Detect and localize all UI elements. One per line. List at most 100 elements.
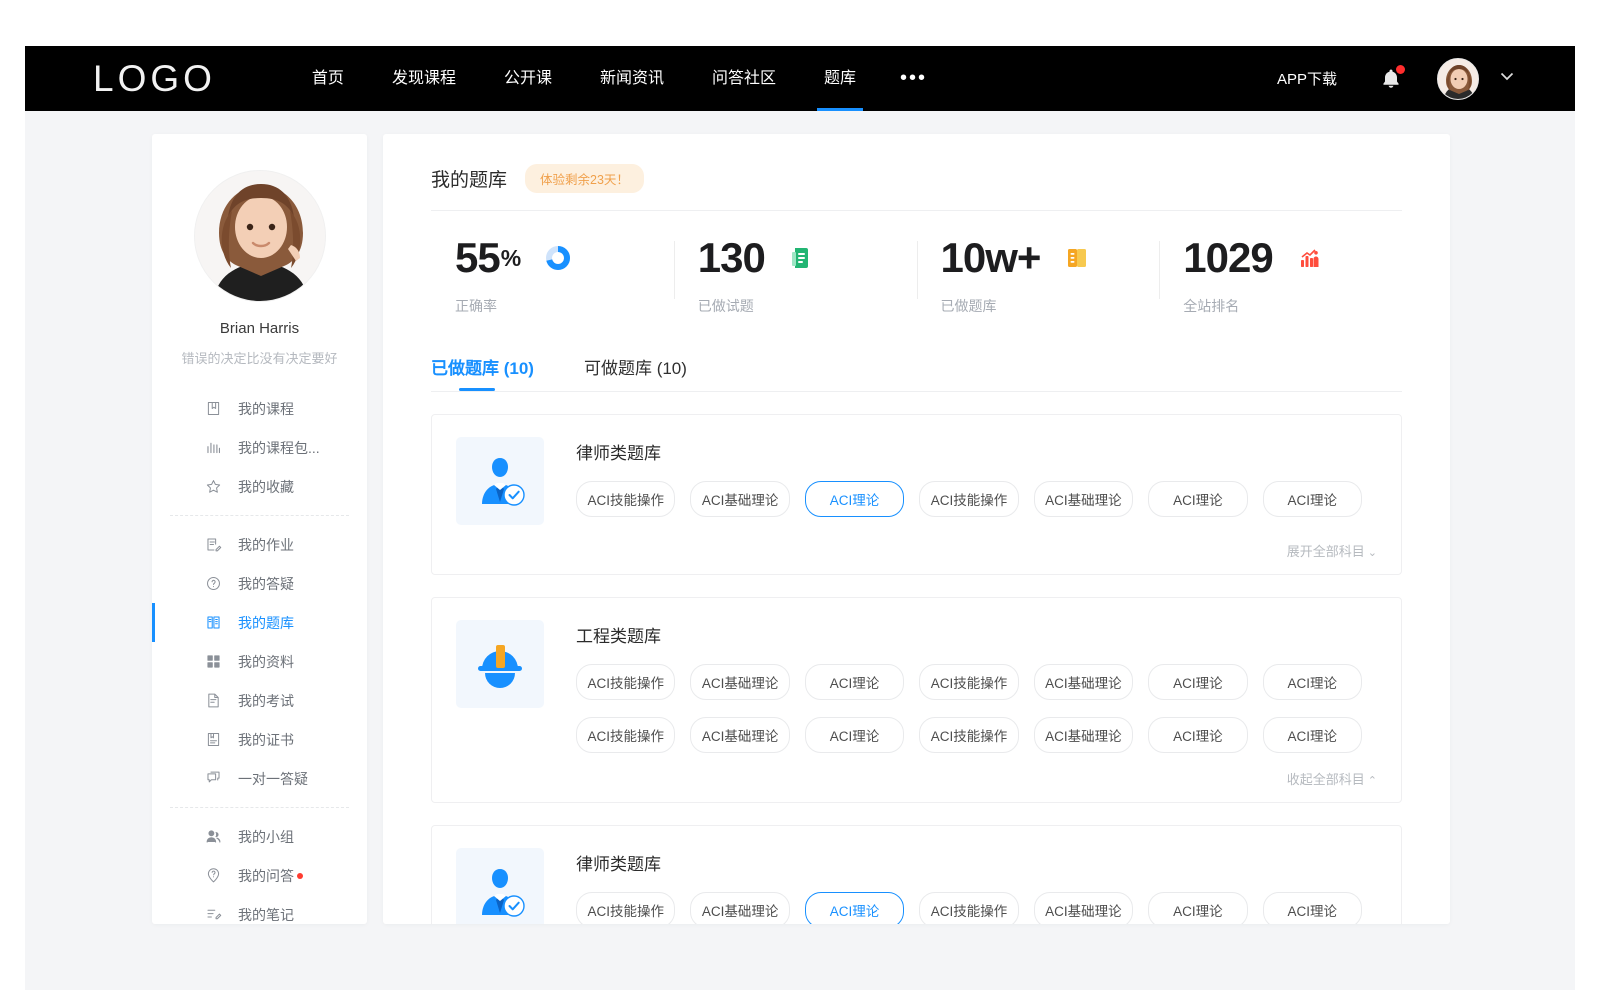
subject-chip[interactable]: ACI理论 [1148,481,1247,517]
subject-chip[interactable]: ACI理论 [805,481,904,517]
stat-top: 130 [698,237,917,279]
subject-chip[interactable]: ACI理论 [1263,892,1362,924]
sidebar-item-12[interactable]: 我的笔记 [152,895,367,924]
chevron-down-icon[interactable] [1497,66,1517,91]
sidebar-item-0[interactable]: 我的课程 [152,389,367,428]
toggle-subjects-label: 收起全部科目 [1287,772,1365,787]
sidebar-item-4[interactable]: 我的答疑 [152,564,367,603]
subject-chip[interactable]: ACI理论 [1148,717,1247,753]
subject-chip[interactable]: ACI基础理论 [1034,717,1133,753]
subject-chip[interactable]: ACI技能操作 [576,481,675,517]
sidebar-item-10[interactable]: 我的小组 [152,817,367,856]
subject-chip[interactable]: ACI理论 [1263,481,1362,517]
stat-label: 全站排名 [1183,296,1402,316]
nav-item-1[interactable]: 发现课程 [368,46,480,111]
subject-chip[interactable]: ACI基础理论 [1034,664,1133,700]
bank-card-body: 律师类题库ACI技能操作ACI基础理论ACI理论ACI技能操作ACI基础理论AC… [576,437,1377,525]
subject-chip[interactable]: ACI基础理论 [690,717,789,753]
subject-chip[interactable]: ACI技能操作 [576,892,675,924]
sidebar-user-name: Brian Harris [152,320,367,337]
subject-chip-row: ACI技能操作 ACI基础理论 ACI理论 ACI技能操作 ACI基础理论 ACI理论 AC… [576,481,1377,517]
helmet-icon [456,620,544,708]
tab-1[interactable]: 可做题库 (10) [584,354,687,391]
subject-chip-row: ACI技能操作 ACI基础理论 ACI理论 ACI技能操作 ACI基础理论 ACI理论 AC… [576,664,1377,700]
sidebar-item-label: 我的考试 [238,691,294,711]
qa-pin-icon [204,867,222,885]
subject-chip[interactable]: ACI技能操作 [919,481,1018,517]
subject-chip[interactable]: ACI基础理论 [1034,481,1133,517]
sidebar-item-11[interactable]: 我的问答 [152,856,367,895]
nav-item-0[interactable]: 首页 [288,46,368,111]
sidebar-item-label: 我的资料 [238,652,294,672]
stat-card-0: 55%正确率 [431,237,674,316]
tab-0[interactable]: 已做题库 (10) [431,354,534,391]
bank-card-row: 律师类题库ACI技能操作ACI基础理论ACI理论ACI技能操作ACI基础理论AC… [456,437,1377,525]
sidebar-item-9[interactable]: 一对一答疑 [152,759,367,798]
sidebar-item-label: 我的收藏 [238,477,294,497]
star-icon [204,478,222,496]
sidebar-item-label: 我的答疑 [238,574,294,594]
homework-icon [204,536,222,554]
question-bank-card: 工程类题库ACI技能操作ACI基础理论ACI理论ACI技能操作ACI基础理论AC… [431,597,1402,803]
sidebar-item-label: 我的课程 [238,399,294,419]
avatar[interactable] [1437,58,1479,100]
main-nav-items: 首页发现课程公开课新闻资讯问答社区题库 [288,46,880,111]
bank-card-row: 律师类题库ACI技能操作ACI基础理论ACI理论ACI技能操作ACI基础理论AC… [456,848,1377,924]
sidebar-item-6[interactable]: 我的资料 [152,642,367,681]
exam-paper-icon [204,692,222,710]
subject-chip[interactable]: ACI技能操作 [919,664,1018,700]
subject-chip[interactable]: ACI理论 [1148,664,1247,700]
stat-label: 已做试题 [698,296,917,316]
sidebar-item-2[interactable]: 我的收藏 [152,467,367,506]
subject-chip[interactable]: ACI理论 [805,664,904,700]
nav-item-2[interactable]: 公开课 [480,46,576,111]
bank-title: 律师类题库 [576,850,1377,875]
sidebar-item-3[interactable]: 我的作业 [152,525,367,564]
subject-chip[interactable]: ACI基础理论 [1034,892,1133,924]
subject-chip[interactable]: ACI技能操作 [919,892,1018,924]
sidebar-item-label: 我的小组 [238,827,294,847]
notification-bell-icon[interactable] [1379,66,1403,92]
sidebar-item-8[interactable]: 我的证书 [152,720,367,759]
bar-chart-icon [204,439,222,457]
sidebar-item-1[interactable]: 我的课程包... [152,428,367,467]
donut-chart-icon [543,243,573,273]
toggle-subjects-button[interactable]: 展开全部科目⌄ [456,541,1377,560]
question-circle-icon [204,575,222,593]
sidebar-item-7[interactable]: 我的考试 [152,681,367,720]
nav-more-icon[interactable]: ••• [880,46,947,111]
stat-value: 1029 [1183,237,1272,279]
subject-chip[interactable]: ACI基础理论 [690,664,789,700]
subject-chip[interactable]: ACI理论 [1148,892,1247,924]
subject-chip-row: ACI技能操作 ACI基础理论 ACI理论 ACI技能操作 ACI基础理论 ACI理论 AC… [576,892,1377,924]
chevron-up-icon: ⌃ [1368,775,1377,787]
subject-chip[interactable]: ACI基础理论 [690,481,789,517]
app-download-link[interactable]: APP下载 [1277,68,1337,89]
stat-value: 10w+ [941,237,1041,279]
app-root: LOGO 首页发现课程公开课新闻资讯问答社区题库 ••• APP下载 [0,0,1600,990]
question-bank-card: 律师类题库ACI技能操作ACI基础理论ACI理论ACI技能操作ACI基础理论AC… [431,825,1402,924]
sidebar-menu: 我的课程我的课程包... 我的收藏我的作业我的答疑我的题库我的资料我的考试我的证书… [152,389,367,924]
subject-chip[interactable]: ACI理论 [1263,664,1362,700]
sidebar-item-label: 我的课程包... [238,438,320,458]
subject-chip[interactable]: ACI技能操作 [576,664,675,700]
nav-item-3[interactable]: 新闻资讯 [576,46,688,111]
chat-bubble-icon [204,770,222,788]
toggle-subjects-button[interactable]: 收起全部科目⌃ [456,769,1377,788]
green-doc-icon [787,243,817,273]
sidebar-avatar[interactable] [194,170,326,302]
nav-right-section: APP下载 [1277,58,1517,100]
subject-chip[interactable]: ACI技能操作 [919,717,1018,753]
question-bank-card: 律师类题库ACI技能操作ACI基础理论ACI理论ACI技能操作ACI基础理论AC… [431,414,1402,575]
subject-chip[interactable]: ACI理论 [1263,717,1362,753]
nav-item-5[interactable]: 题库 [800,46,880,111]
subject-chip[interactable]: ACI基础理论 [690,892,789,924]
sidebar-item-5[interactable]: 我的题库 [152,603,367,642]
nav-item-4[interactable]: 问答社区 [688,46,800,111]
sidebar-item-badge-dot [297,873,303,879]
subject-chip[interactable]: ACI理论 [805,892,904,924]
subject-chip[interactable]: ACI理论 [805,717,904,753]
site-logo[interactable]: LOGO [93,58,216,100]
bank-title: 律师类题库 [576,439,1377,464]
subject-chip[interactable]: ACI技能操作 [576,717,675,753]
